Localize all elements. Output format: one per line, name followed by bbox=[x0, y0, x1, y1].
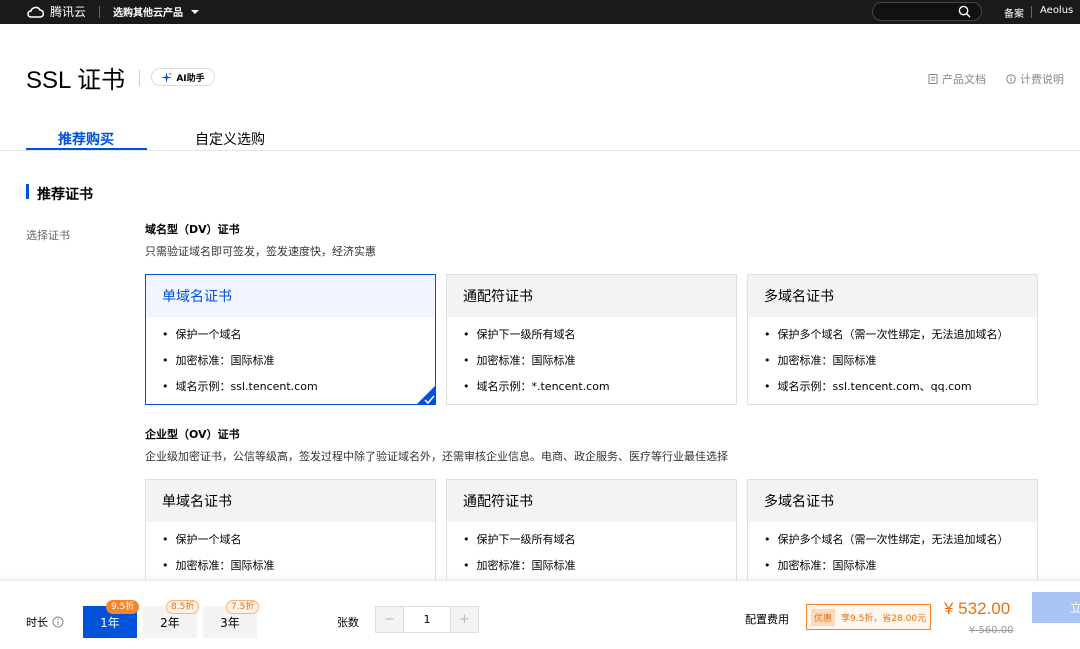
caret-down-icon bbox=[191, 9, 199, 14]
product-doc-label: 产品文档 bbox=[942, 73, 986, 86]
card-title: 通配符证书 bbox=[447, 275, 736, 317]
topbar-divider bbox=[1031, 6, 1032, 18]
dv-group-title: 域名型（DV）证书 bbox=[145, 223, 240, 236]
duration-label: 时长 bbox=[26, 614, 64, 630]
discount-badge: 9.5折 bbox=[106, 600, 140, 614]
brand-name: 腾讯云 bbox=[50, 5, 87, 19]
card-title: 单域名证书 bbox=[146, 480, 435, 522]
original-price: ¥ 560.00 bbox=[969, 625, 1014, 636]
card-feature: 加密标准：国际标准 bbox=[463, 353, 736, 379]
document-icon bbox=[928, 74, 938, 84]
select-cert-label: 选择证书 bbox=[26, 229, 70, 242]
duration-label-text: 时长 bbox=[26, 616, 48, 629]
section-title: 推荐证书 bbox=[37, 187, 93, 203]
promo-text: 享9.5折，省28.00元 bbox=[841, 613, 927, 624]
ov-group-title: 企业型（OV）证书 bbox=[145, 428, 240, 441]
card-feature: 域名示例：*.tencent.com bbox=[463, 379, 736, 405]
billing-info-label: 计费说明 bbox=[1020, 73, 1064, 86]
dv-group-desc: 只需验证域名即可签发，签发速度快，经济实惠 bbox=[145, 245, 376, 258]
card-feature: 保护多个域名（需一次性绑定，无法追加域名） bbox=[764, 532, 1037, 558]
card-title: 通配符证书 bbox=[447, 480, 736, 522]
billing-info-link[interactable]: 计费说明 bbox=[1006, 71, 1064, 87]
quantity-stepper: − 1 + bbox=[375, 606, 479, 633]
discount-badge: 8.5折 bbox=[166, 600, 200, 614]
cloud-logo-icon bbox=[27, 6, 45, 18]
user-menu[interactable]: Aeolus bbox=[1040, 5, 1073, 16]
card-feature: 加密标准：国际标准 bbox=[764, 353, 1037, 379]
promo-tag: 优惠 bbox=[811, 608, 836, 626]
card-feature: 保护下一级所有域名 bbox=[463, 327, 736, 353]
dv-single-domain-card[interactable]: 单域名证书 保护一个域名 加密标准：国际标准 域名示例：ssl.tencent.… bbox=[145, 274, 436, 405]
promo-badge: 优惠 享9.5折，省28.00元 bbox=[806, 604, 932, 630]
section-accent-bar bbox=[26, 184, 29, 199]
card-feature: 域名示例：ssl.tencent.com bbox=[162, 379, 435, 405]
ai-assistant-label: AI助手 bbox=[176, 73, 205, 84]
card-title: 单域名证书 bbox=[146, 275, 435, 317]
product-doc-link[interactable]: 产品文档 bbox=[928, 71, 986, 87]
tab-recommended[interactable]: 推荐购买 bbox=[58, 129, 114, 149]
title-divider bbox=[139, 70, 140, 86]
quantity-label: 张数 bbox=[337, 616, 359, 629]
product-menu[interactable]: 选购其他云产品 bbox=[113, 4, 199, 19]
card-title: 多域名证书 bbox=[748, 480, 1037, 522]
search-input[interactable] bbox=[872, 2, 982, 21]
dv-wildcard-card[interactable]: 通配符证书 保护下一级所有域名 加密标准：国际标准 域名示例：*.tencent… bbox=[446, 274, 737, 405]
ai-assistant-button[interactable]: AI助手 bbox=[151, 68, 215, 86]
page-title: SSL 证书 bbox=[26, 67, 126, 94]
quantity-decrease-button[interactable]: − bbox=[376, 607, 403, 632]
tencent-cloud-logo[interactable]: 腾讯云 bbox=[26, 3, 86, 20]
card-feature: 保护多个域名（需一次性绑定，无法追加域名） bbox=[764, 327, 1037, 353]
tab-divider bbox=[0, 150, 1080, 151]
tab-custom[interactable]: 自定义选购 bbox=[195, 129, 265, 149]
card-feature: 保护下一级所有域名 bbox=[463, 532, 736, 558]
quantity-increase-button[interactable]: + bbox=[451, 607, 478, 632]
info-icon[interactable] bbox=[52, 616, 64, 628]
card-title: 多域名证书 bbox=[748, 275, 1037, 317]
card-feature: 域名示例：ssl.tencent.com、qq.com bbox=[764, 379, 1037, 405]
total-price: ¥ 532.00 bbox=[944, 599, 1011, 618]
beian-link[interactable]: 备案 bbox=[1004, 5, 1024, 20]
discount-badge: 7.5折 bbox=[226, 600, 260, 614]
topbar-divider bbox=[99, 6, 100, 18]
dv-multi-domain-card[interactable]: 多域名证书 保护多个域名（需一次性绑定，无法追加域名） 加密标准：国际标准 域名… bbox=[747, 274, 1038, 405]
buy-now-button[interactable]: 立 bbox=[1032, 592, 1080, 623]
fee-label: 配置费用 bbox=[745, 613, 789, 626]
selected-check-icon bbox=[416, 385, 436, 405]
product-menu-label: 选购其他云产品 bbox=[113, 8, 183, 19]
card-feature: 加密标准：国际标准 bbox=[162, 353, 435, 379]
card-feature: 保护一个域名 bbox=[162, 532, 435, 558]
info-icon bbox=[1006, 74, 1016, 84]
top-navbar: 腾讯云 选购其他云产品 备案 Aeolus bbox=[0, 0, 1080, 24]
ai-assistant-icon bbox=[161, 71, 173, 83]
card-feature: 保护一个域名 bbox=[162, 327, 435, 353]
ov-group-desc: 企业级加密证书，公信等级高，签发过程中除了验证域名外，还需审核企业信息。电商、政… bbox=[145, 450, 728, 463]
search-icon bbox=[958, 5, 971, 18]
quantity-input[interactable]: 1 bbox=[403, 607, 451, 632]
